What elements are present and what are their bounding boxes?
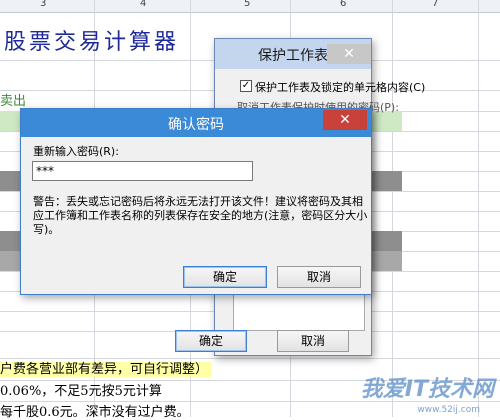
warning-text: 警告：丢失或忘记密码后将永远无法打开该文件！建议将密码及其相应工作簿和工作表名称… (33, 195, 368, 236)
dialog-titlebar[interactable]: 保护工作表 ✕ (215, 39, 371, 69)
column-header[interactable]: 5 (244, 0, 250, 9)
gray-cell (372, 231, 402, 251)
note-text: 每千股0.6元。深市没有过户费。 (0, 405, 190, 420)
watermark-logo: 我爱IT技术网 (360, 377, 494, 402)
ok-button[interactable]: 确定 (175, 330, 247, 352)
gray-cell (372, 171, 402, 191)
watermark-url: www.52ij.com (417, 405, 480, 415)
reenter-password-input[interactable]: *** (32, 161, 253, 181)
sell-label: 卖出 (0, 94, 27, 109)
column-header[interactable]: 7 (432, 0, 438, 9)
dialog-title: 确认密码 (168, 117, 224, 133)
close-button[interactable]: ✕ (327, 44, 371, 64)
close-icon: ✕ (339, 112, 351, 128)
cancel-button[interactable]: 取消 (277, 330, 349, 352)
note-row: 户费各营业部有差异，可自行调整） (0, 358, 213, 377)
checkbox-label: 保护工作表及锁定的单元格内容(C) (255, 81, 426, 94)
close-button[interactable]: ✕ (323, 110, 367, 130)
protect-content-checkbox[interactable]: ✓ (240, 80, 252, 92)
sheet-title: 股票交易计算器 (4, 30, 180, 55)
cancel-button[interactable]: 取消 (277, 266, 361, 288)
dialog-titlebar[interactable]: 确认密码 ✕ (21, 109, 371, 137)
note-text: 户费各营业部有差异，可自行调整） (0, 362, 213, 377)
gray-cell (372, 251, 402, 271)
column-header[interactable]: 6 (340, 0, 346, 9)
column-header[interactable]: 3 (40, 0, 46, 9)
column-header[interactable]: 4 (140, 0, 146, 9)
confirm-password-dialog: 确认密码 ✕ 重新输入密码(R): *** 警告：丢失或忘记密码后将永远无法打开… (20, 108, 372, 295)
ok-button[interactable]: 确定 (183, 266, 267, 288)
reenter-password-label: 重新输入密码(R): (33, 145, 119, 158)
column-header-bar: 3 4 5 6 7 (0, 0, 500, 13)
close-icon: ✕ (343, 46, 355, 62)
note-text: 0.06%，不足5元按5元计算 (0, 384, 162, 399)
